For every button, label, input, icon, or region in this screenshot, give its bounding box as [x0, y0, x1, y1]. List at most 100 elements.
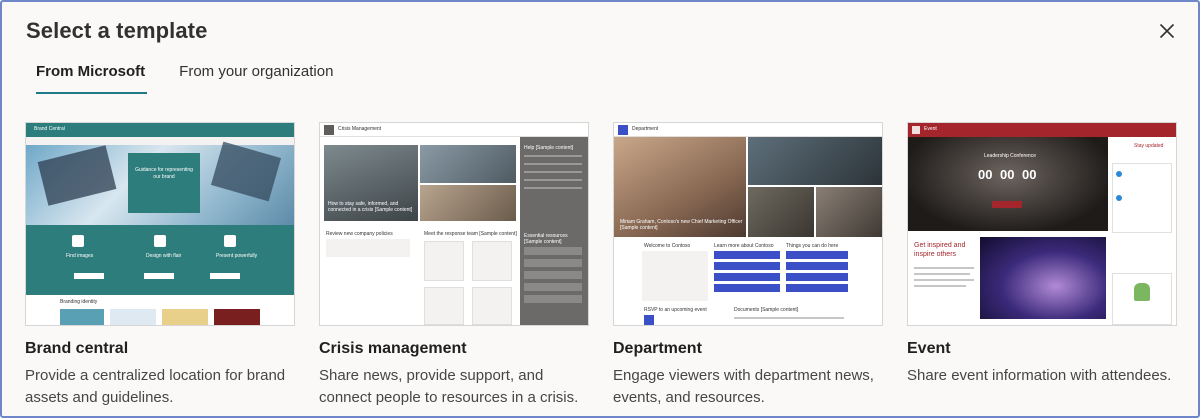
thumb-feature: Design with flair [146, 253, 182, 259]
thumb-site-header: Brand Central [26, 123, 294, 137]
thumb-line [914, 273, 970, 275]
twitter-icon [1116, 171, 1122, 177]
thumb-countdown-hours: 00 [1000, 167, 1015, 182]
thumb-resource-item [524, 283, 582, 291]
site-logo-icon [324, 125, 334, 135]
thumb-hero-title: Leadership Conference [984, 153, 1036, 159]
thumb-brand-tile [162, 309, 208, 325]
thumb-line [914, 267, 974, 269]
template-thumbnail[interactable]: Department Miriam Graham, Contoso's new … [613, 122, 883, 326]
thumb-news-image [420, 185, 516, 221]
template-description: Provide a centralized location for brand… [25, 367, 286, 406]
thumb-section-title: Documents [Sample content] [734, 307, 799, 313]
thumb-line [914, 279, 974, 281]
thumb-site-name: Department [632, 126, 659, 132]
thumb-line [914, 285, 966, 287]
close-button[interactable] [1152, 16, 1182, 46]
template-card-event[interactable]: Event Leadership Conference 00 00 00 Sta… [907, 122, 1179, 387]
thumb-site-name: Brand Central [34, 126, 65, 132]
thumb-news-image [816, 187, 882, 237]
thumb-policy-card [326, 239, 410, 257]
person-icon [424, 287, 464, 325]
thumb-resource-item [524, 295, 582, 303]
tab-from-microsoft[interactable]: From Microsoft [36, 60, 148, 94]
template-card-crisis-management[interactable]: Crisis Management How to stay safe, info… [319, 122, 591, 409]
template-description: Share news, provide support, and connect… [319, 367, 579, 406]
thumb-side-title: Stay updated [1134, 143, 1164, 149]
thumb-site-header: Department [614, 123, 882, 137]
dialog-title: Select a template [26, 18, 208, 43]
thumb-line [524, 155, 582, 157]
template-title: Crisis management [319, 340, 467, 357]
template-thumbnail[interactable]: Brand Central Guidance for representing … [25, 122, 295, 326]
thumb-section-title: Branding identity [60, 299, 98, 305]
thumb-feature: Find images [66, 253, 94, 259]
thumb-section-title: Review new company policies [326, 231, 393, 237]
thumb-link-button [714, 273, 780, 281]
design-icon [154, 235, 166, 247]
thumb-site-name: Event [924, 126, 937, 132]
thumb-line [524, 163, 582, 165]
tab-from-your-organization[interactable]: From your organization [179, 60, 333, 94]
thumb-button [74, 273, 104, 279]
thumb-section-title: Learn more about Contoso [714, 243, 774, 249]
thumb-link-button [714, 251, 780, 259]
thumb-side-title: Help [Sample content] [524, 145, 574, 151]
template-description: Share event information with attendees. [907, 367, 1172, 384]
thumb-link-button [786, 262, 848, 270]
thumb-register-button [992, 201, 1022, 208]
thumb-site-name: Crisis Management [338, 126, 382, 132]
thumb-section-title: Essential resources [Sample content] [524, 233, 568, 245]
template-title: Department [613, 340, 702, 357]
person-icon [424, 241, 464, 281]
thumb-site-header: Event [908, 123, 1176, 137]
close-icon [1159, 23, 1175, 39]
template-dialog: Select a template From Microsoft From yo… [0, 0, 1200, 418]
thumb-news-image [748, 187, 814, 237]
template-title: Brand central [25, 340, 129, 357]
thumb-resource-item [524, 271, 582, 279]
thumb-command-bar [26, 137, 294, 145]
person-icon [472, 241, 512, 281]
template-thumbnail[interactable]: Event Leadership Conference 00 00 00 Sta… [907, 122, 1177, 326]
thumb-link-button [786, 273, 848, 281]
thumb-section-title: Welcome to Contoso [644, 243, 691, 249]
thumb-hero-panel [128, 153, 200, 213]
thumb-brand-tile [110, 309, 156, 325]
thumb-button [210, 273, 240, 279]
template-title: Event [907, 340, 951, 357]
template-card-department[interactable]: Department Miriam Graham, Contoso's new … [613, 122, 885, 409]
thumb-link-button [714, 284, 780, 292]
thumb-hero-caption: Miriam Graham, Contoso's new Chief Marke… [620, 219, 743, 231]
plant-icon [1134, 283, 1150, 301]
thumb-video-image [980, 237, 1106, 319]
thumb-line [734, 317, 844, 319]
thumb-section-title: Meet the response team [Sample content] [424, 231, 517, 237]
thumb-brand-tile [214, 309, 260, 325]
twitter-icon [1116, 195, 1122, 201]
thumb-site-header: Crisis Management [320, 123, 588, 137]
thumb-news-image [748, 137, 882, 185]
thumb-feature: Present powerfully [216, 253, 258, 259]
thumb-brand-tile [60, 309, 104, 325]
thumb-line [524, 187, 582, 189]
tab-list: From Microsoft From your organization [36, 60, 367, 94]
site-logo-icon [912, 126, 920, 134]
thumb-section-title: RSVP to an upcoming event [644, 307, 707, 313]
thumb-hero-caption: How to stay safe, informed, and connecte… [328, 201, 413, 213]
image-icon [72, 235, 84, 247]
thumb-link-button [786, 284, 848, 292]
thumb-section-title: Get inspired and inspire others [914, 242, 966, 258]
thumb-button [144, 273, 174, 279]
thumb-link-button [714, 262, 780, 270]
thumb-line [524, 171, 582, 173]
thumb-hero-image [908, 137, 1108, 231]
thumb-countdown-days: 00 [978, 167, 993, 182]
template-thumbnail[interactable]: Crisis Management How to stay safe, info… [319, 122, 589, 326]
template-card-brand-central[interactable]: Brand Central Guidance for representing … [25, 122, 297, 409]
thumb-line [524, 179, 582, 181]
thumb-link-button [786, 251, 848, 259]
thumb-countdown-minutes: 00 [1022, 167, 1037, 182]
thumb-resource-item [524, 247, 582, 255]
thumb-news-image [420, 145, 516, 183]
